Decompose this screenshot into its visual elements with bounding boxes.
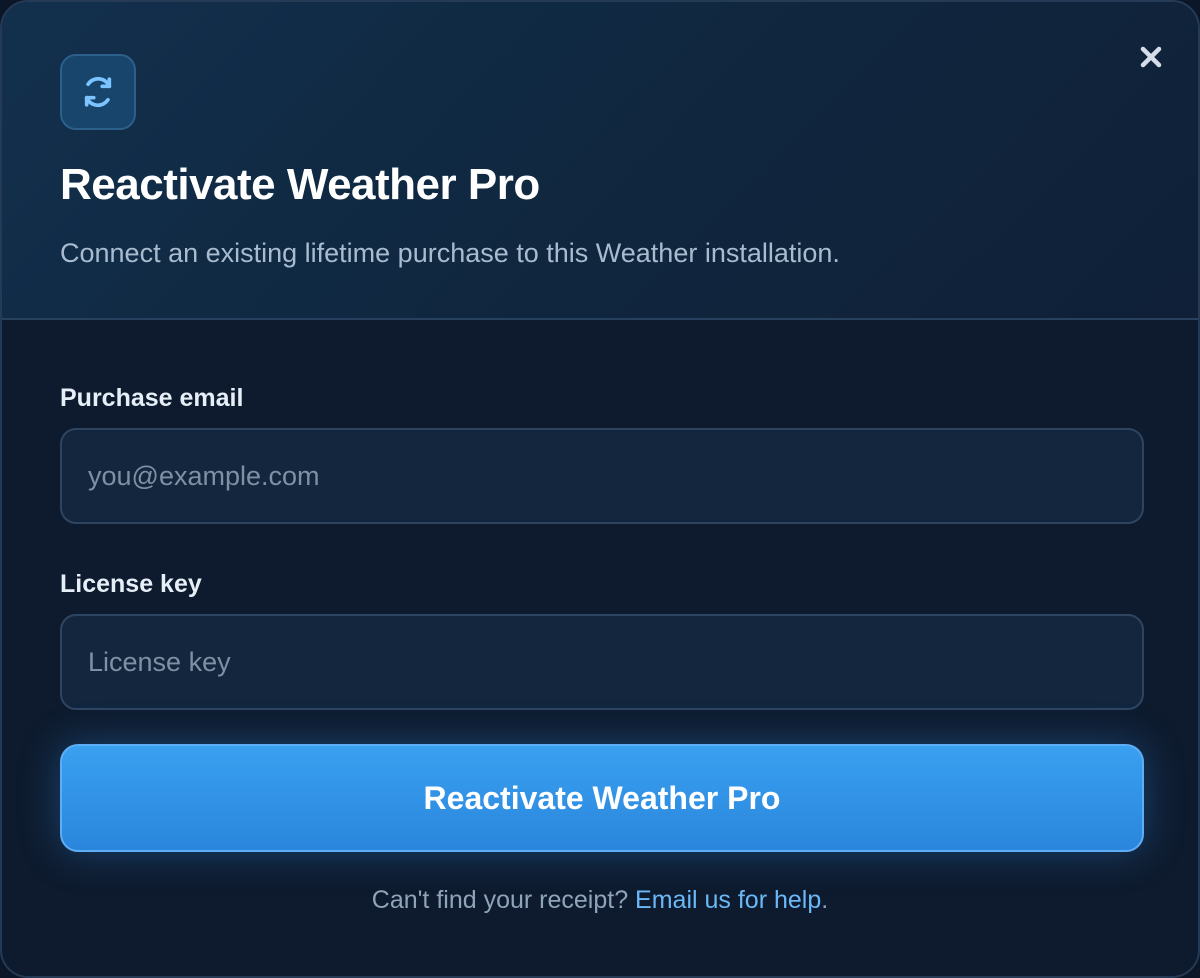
help-footer: Can't find your receipt? Email us for he… (2, 886, 1198, 915)
refresh-icon (60, 54, 136, 130)
email-help-link[interactable]: Email us for help (635, 886, 821, 914)
close-icon[interactable] (1132, 38, 1170, 76)
license-key-field[interactable] (60, 614, 1144, 710)
footer-period: . (821, 886, 829, 914)
email-field[interactable] (60, 428, 1144, 524)
dialog-title: Reactivate Weather Pro (60, 160, 540, 209)
reactivate-dialog: Reactivate Weather Pro Connect an existi… (0, 0, 1200, 978)
email-label: Purchase email (60, 384, 244, 412)
license-key-label: License key (60, 570, 202, 598)
help-text: Can't find your receipt? (371, 886, 636, 914)
dialog-header: Reactivate Weather Pro Connect an existi… (2, 2, 1198, 320)
reactivate-button[interactable]: Reactivate Weather Pro (60, 744, 1144, 852)
dialog-subtitle: Connect an existing lifetime purchase to… (60, 238, 840, 268)
